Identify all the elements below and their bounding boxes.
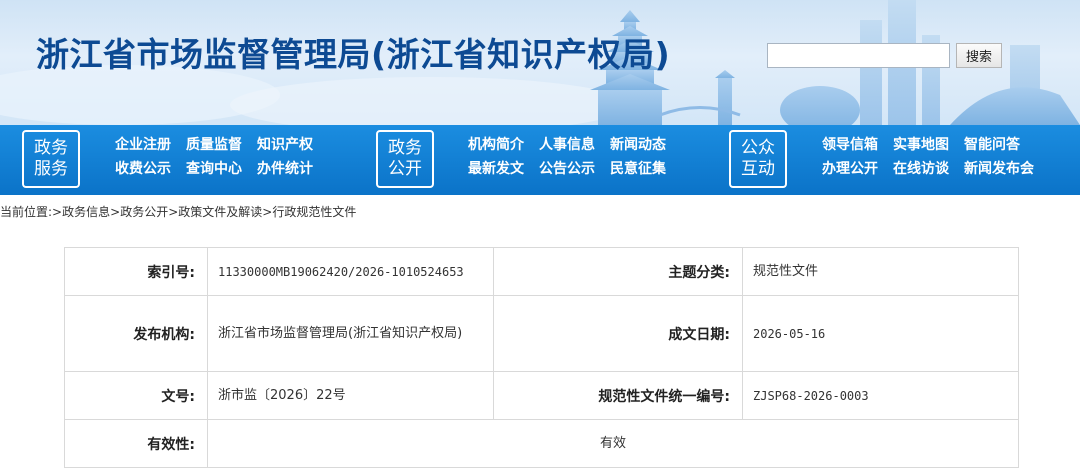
breadcrumb-separator: >: [262, 205, 273, 219]
breadcrumb-prefix: 当前位置:: [0, 205, 53, 219]
nav-link-online-interview[interactable]: 在线访谈: [893, 161, 949, 178]
nav-link-news[interactable]: 新闻动态: [610, 137, 666, 154]
nav-links-public-interaction: 领导信箱 实事地图 智能问答 办理公开 在线访谈 新闻发布会: [822, 137, 1034, 178]
index-number-value: 11330000MB19062420/2026-1010524653: [207, 247, 494, 296]
breadcrumb-item-government-info[interactable]: 政务信息: [62, 205, 110, 219]
breadcrumb-item-normative-documents[interactable]: 行政规范性文件: [272, 205, 356, 219]
nav-badge-government-disclosure[interactable]: 政务 公开: [376, 130, 434, 188]
nav-badge-line: 公开: [388, 159, 422, 179]
document-number-value: 浙市监〔2026〕22号: [207, 371, 494, 420]
nav-link-affairs-map[interactable]: 实事地图: [893, 137, 949, 154]
index-number-label: 索引号:: [64, 247, 208, 296]
issue-date-label: 成文日期:: [493, 295, 743, 372]
topic-category-label: 主题分类:: [493, 247, 743, 296]
unified-code-label: 规范性文件统一编号:: [493, 371, 743, 420]
publisher-value: 浙江省市场监督管理局(浙江省知识产权局): [207, 295, 494, 372]
nav-badge-line: 公众: [741, 138, 775, 158]
nav-link-case-statistics[interactable]: 办件统计: [257, 161, 313, 178]
breadcrumb-item-government-disclosure[interactable]: 政务公开: [120, 205, 168, 219]
nav-link-fee-disclosure[interactable]: 收费公示: [115, 161, 171, 178]
breadcrumb-separator: >: [110, 205, 121, 219]
unified-code-value: ZJSP68-2026-0003: [742, 371, 1019, 420]
nav-badge-line: 互动: [741, 159, 775, 179]
topic-category-value: 规范性文件: [742, 247, 1019, 296]
site-title: 浙江省市场监督管理局(浙江省知识产权局): [36, 35, 671, 74]
breadcrumb-separator: >: [168, 205, 179, 219]
search-button[interactable]: 搜索: [956, 43, 1002, 68]
nav-link-personnel-info[interactable]: 人事信息: [539, 137, 595, 154]
breadcrumb: 当前位置:>政务信息>政务公开>政策文件及解读>行政规范性文件: [0, 205, 356, 219]
document-number-label: 文号:: [64, 371, 208, 420]
nav-link-quality-supervision[interactable]: 质量监督: [186, 137, 242, 154]
nav-link-intellectual-property[interactable]: 知识产权: [257, 137, 313, 154]
nav-link-announcements[interactable]: 公告公示: [539, 161, 595, 178]
validity-label: 有效性:: [64, 419, 208, 468]
validity-value: 有效: [207, 419, 1019, 468]
nav-badge-line: 服务: [34, 159, 68, 179]
nav-links-government-disclosure: 机构简介 人事信息 新闻动态 最新发文 公告公示 民意征集: [468, 137, 666, 178]
site-header: 浙江省市场监督管理局(浙江省知识产权局) 搜索: [0, 0, 1080, 125]
table-row: 发布机构: 浙江省市场监督管理局(浙江省知识产权局) 成文日期: 2026-05…: [64, 295, 1019, 372]
table-row: 索引号: 11330000MB19062420/2026-1010524653 …: [64, 247, 1019, 296]
issue-date-value: 2026-05-16: [742, 295, 1019, 372]
nav-link-press-conference[interactable]: 新闻发布会: [964, 161, 1034, 178]
nav-link-public-opinion[interactable]: 民意征集: [610, 161, 666, 178]
table-row: 有效性: 有效: [64, 419, 1019, 468]
table-row: 文号: 浙市监〔2026〕22号 规范性文件统一编号: ZJSP68-2026-…: [64, 371, 1019, 420]
publisher-label: 发布机构:: [64, 295, 208, 372]
search-input[interactable]: [767, 43, 950, 68]
nav-badge-line: 政务: [34, 138, 68, 158]
nav-link-latest-documents[interactable]: 最新发文: [468, 161, 524, 178]
nav-link-query-center[interactable]: 查询中心: [186, 161, 242, 178]
nav-link-enterprise-registration[interactable]: 企业注册: [115, 137, 171, 154]
nav-link-handling-disclosure[interactable]: 办理公开: [822, 161, 878, 178]
nav-link-organization-profile[interactable]: 机构简介: [468, 137, 524, 154]
nav-badge-line: 政务: [388, 138, 422, 158]
nav-badge-public-interaction[interactable]: 公众 互动: [729, 130, 787, 188]
nav-link-smart-qa[interactable]: 智能问答: [964, 137, 1034, 154]
document-info-table: 索引号: 11330000MB19062420/2026-1010524653 …: [64, 247, 1019, 468]
nav-link-leader-mailbox[interactable]: 领导信箱: [822, 137, 878, 154]
breadcrumb-item-policy-documents[interactable]: 政策文件及解读: [178, 205, 262, 219]
main-navigation: 政务 服务 企业注册 质量监督 知识产权 收费公示 查询中心 办件统计 政务 公…: [0, 125, 1080, 195]
nav-badge-government-service[interactable]: 政务 服务: [22, 130, 80, 188]
breadcrumb-separator: >: [52, 205, 63, 219]
nav-links-government-service: 企业注册 质量监督 知识产权 收费公示 查询中心 办件统计: [115, 137, 313, 178]
